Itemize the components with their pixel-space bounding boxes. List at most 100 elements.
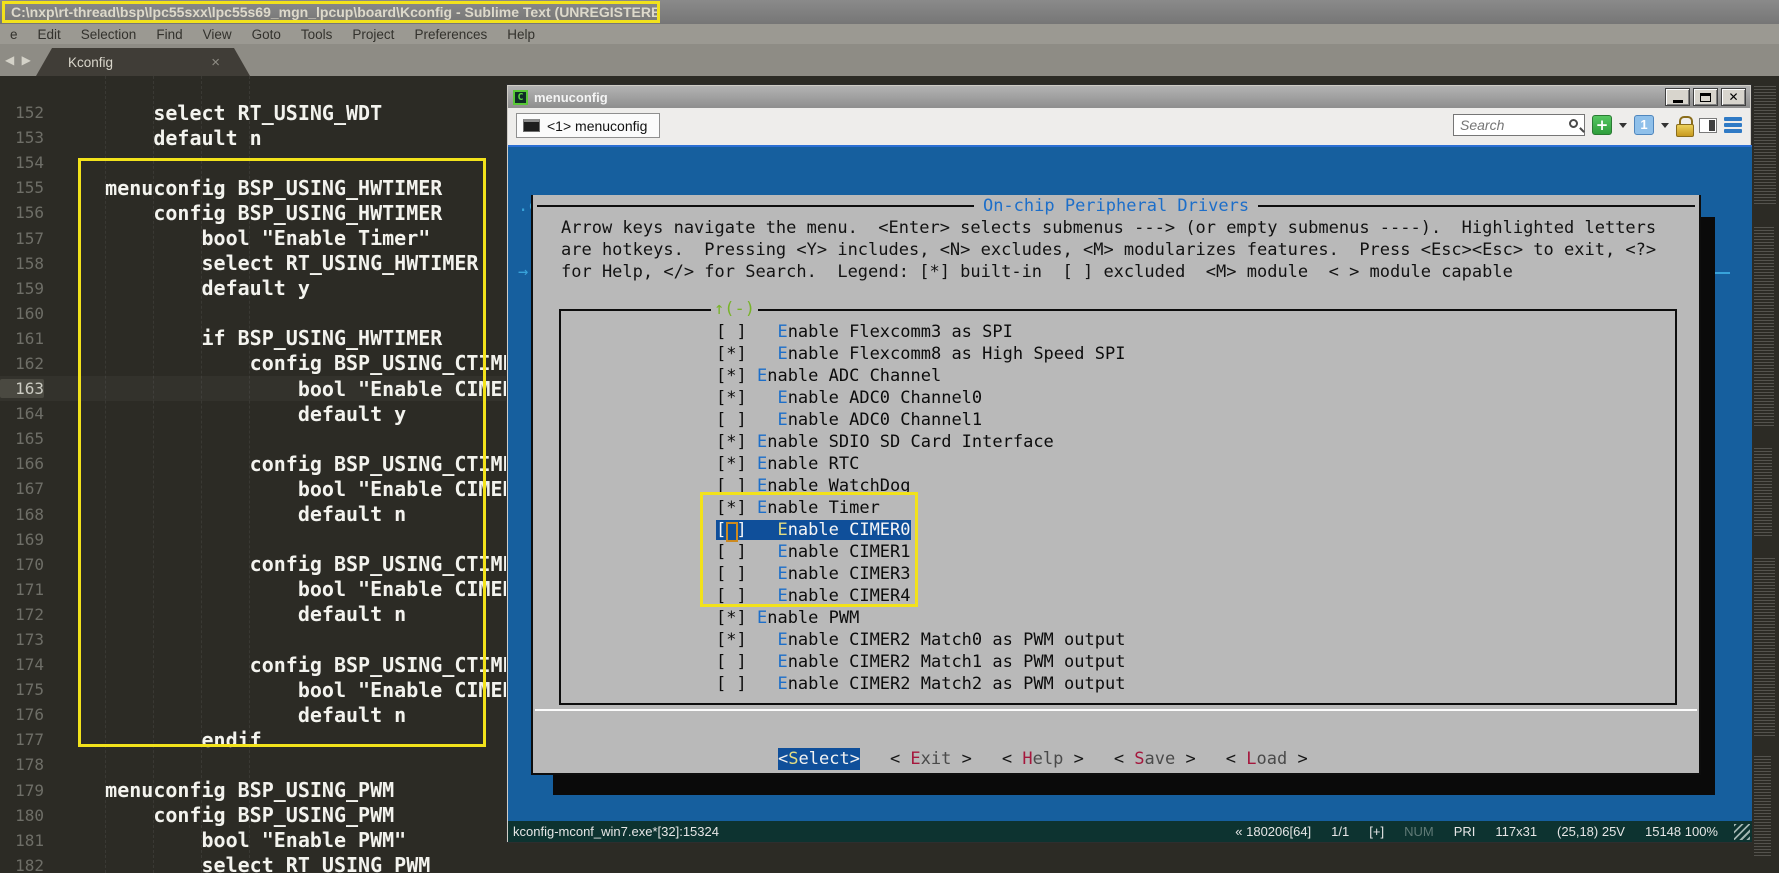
panes-icon[interactable]: [1699, 118, 1717, 133]
line-number: 181: [0, 831, 44, 850]
minimap[interactable]: [1752, 76, 1779, 873]
hotkey-letter: E: [777, 630, 787, 650]
menu-item-row[interactable]: [*] Enable CIMER2 Match0 as PWM output: [716, 629, 1125, 651]
conemu-statusbar: kconfig-mconf_win7.exe*[32]:15324 « 1802…: [508, 821, 1752, 842]
minimize-button[interactable]: [1665, 88, 1690, 106]
dialog-shadow: [553, 775, 1715, 795]
line-number: 180: [0, 806, 44, 825]
conemu-window: C menuconfig ✕ <1> menuconfig + 1: [506, 84, 1752, 843]
menu-item-row[interactable]: [ ] Enable CIMER2 Match1 as PWM output: [716, 651, 1125, 673]
dialog-button[interactable]: < Help >: [1002, 748, 1084, 770]
search-icon: [1569, 119, 1578, 128]
line-number: 179: [0, 781, 44, 800]
status-segments: « 180206[64]1/1[+]NUMPRI117x31(25,18) 25…: [1235, 824, 1752, 839]
checkbox[interactable]: [ ]: [716, 652, 747, 672]
status-segment: « 180206[64]: [1235, 824, 1311, 839]
checkbox[interactable]: [*]: [716, 366, 747, 386]
conemu-tabbar: <1> menuconfig + 1: [508, 108, 1750, 145]
menu-icon[interactable]: [1724, 117, 1742, 133]
status-segment: PRI: [1454, 824, 1476, 839]
checkbox[interactable]: [ ]: [716, 674, 747, 694]
code-text: menuconfig BSP_USING_PWM: [57, 778, 394, 802]
dialog-button[interactable]: < Exit >: [890, 748, 972, 770]
menu-item[interactable]: Project: [342, 27, 404, 42]
code-text: config BSP_USING_PWM: [57, 803, 394, 827]
menu-item-label: nable PWM: [767, 608, 859, 628]
checkbox[interactable]: [*]: [716, 454, 747, 474]
new-console-button[interactable]: +: [1592, 115, 1612, 135]
menu-item-label: nable Flexcomm8 as High Speed SPI: [788, 344, 1126, 364]
tab-label: Kconfig: [68, 55, 211, 70]
hotkey-letter: E: [757, 432, 767, 452]
code-text: default n: [57, 126, 262, 150]
menu-item[interactable]: Tools: [291, 27, 343, 42]
line-number: 152: [0, 103, 44, 122]
help-line: Arrow keys navigate the menu. <Enter> se…: [561, 217, 1656, 239]
hotkey-letter: E: [757, 366, 767, 386]
status-segment: NUM: [1404, 824, 1434, 839]
help-line: are hotkeys. Pressing <Y> includes, <N> …: [561, 239, 1656, 261]
menu-item[interactable]: View: [193, 27, 242, 42]
close-button[interactable]: ✕: [1721, 88, 1746, 106]
menu-item-label: nable ADC0 Channel1: [788, 410, 982, 430]
menu-item[interactable]: Preferences: [404, 27, 497, 42]
search-box: [1453, 114, 1585, 136]
menu-item-row[interactable]: [*] Enable PWM: [716, 607, 1125, 629]
menu-item[interactable]: Find: [146, 27, 192, 42]
lock-icon[interactable]: [1676, 116, 1692, 135]
conemu-tab-menuconfig[interactable]: <1> menuconfig: [516, 113, 660, 138]
checkbox[interactable]: [*]: [716, 344, 747, 364]
checkbox[interactable]: [*]: [716, 608, 747, 628]
active-console-button[interactable]: 1: [1634, 115, 1654, 135]
menu-item-row[interactable]: [ ] Enable ADC0 Channel1: [716, 409, 1125, 431]
line-number: 178: [0, 755, 44, 774]
dialog-button[interactable]: < Save >: [1114, 748, 1196, 770]
button-label: oad: [1256, 749, 1287, 769]
line-number: 171: [0, 580, 44, 599]
menu-item-row[interactable]: [*] Enable ADC0 Channel0: [716, 387, 1125, 409]
dialog-title: On-chip Peripheral Drivers: [974, 195, 1258, 217]
hotkey-letter: E: [777, 410, 787, 430]
tab-kconfig[interactable]: Kconfig ×: [36, 48, 250, 76]
maximize-button[interactable]: [1693, 88, 1718, 106]
line-number: 158: [0, 254, 44, 273]
search-input[interactable]: [1454, 115, 1584, 135]
dialog-buttons: <Select> < Exit > < Help > < Save > < Load >: [778, 748, 1308, 770]
checkbox[interactable]: [ ]: [716, 410, 747, 430]
hotkey-letter: E: [777, 344, 787, 364]
menu-item[interactable]: Help: [497, 27, 545, 42]
new-console-dropdown-icon[interactable]: [1619, 123, 1627, 128]
menu-item[interactable]: Selection: [71, 27, 147, 42]
menu-item[interactable]: Goto: [242, 27, 291, 42]
checkbox[interactable]: [*]: [716, 388, 747, 408]
status-segment: 15148 100%: [1645, 824, 1718, 839]
console-list-dropdown-icon[interactable]: [1661, 123, 1669, 128]
menu-item-row[interactable]: [*] Enable SDIO SD Card Interface: [716, 431, 1125, 453]
menu-item-row[interactable]: [*] Enable Flexcomm8 as High Speed SPI: [716, 343, 1125, 365]
menu-item[interactable]: Edit: [28, 27, 71, 42]
tab-close-icon[interactable]: ×: [211, 54, 220, 71]
menu-item-label: nable RTC: [767, 454, 859, 474]
tab-scroll-arrows-icon[interactable]: ◀ ▶: [5, 53, 33, 67]
hotkey-letter: E: [777, 674, 787, 694]
line-number: 154: [0, 153, 44, 172]
menu-item-row[interactable]: [*] Enable ADC Channel: [716, 365, 1125, 387]
button-label: ave: [1145, 749, 1176, 769]
menu-item-row[interactable]: [ ] Enable Flexcomm3 as SPI: [716, 321, 1125, 343]
menu-item-row[interactable]: [*] Enable RTC: [716, 453, 1125, 475]
status-process: kconfig-mconf_win7.exe*[32]:15324: [508, 824, 1235, 839]
menu-item-label: nable SDIO SD Card Interface: [767, 432, 1054, 452]
menuconfig-console[interactable]: .config - RT-Thread Configuration → Hard…: [508, 145, 1752, 821]
checkbox[interactable]: [*]: [716, 630, 747, 650]
line-number: 182: [0, 856, 44, 873]
dialog-button[interactable]: < Load >: [1226, 748, 1308, 770]
resize-grip[interactable]: [1734, 824, 1750, 840]
checkbox[interactable]: [*]: [716, 432, 747, 452]
annotation-menu-box: [700, 492, 918, 607]
conemu-titlebar[interactable]: C menuconfig ✕: [508, 86, 1750, 108]
line-number: 175: [0, 680, 44, 699]
menu-item-row[interactable]: [ ] Enable CIMER2 Match2 as PWM output: [716, 673, 1125, 695]
checkbox[interactable]: [ ]: [716, 322, 747, 342]
menu-item[interactable]: e: [0, 27, 28, 42]
dialog-button[interactable]: <Select>: [778, 748, 860, 770]
